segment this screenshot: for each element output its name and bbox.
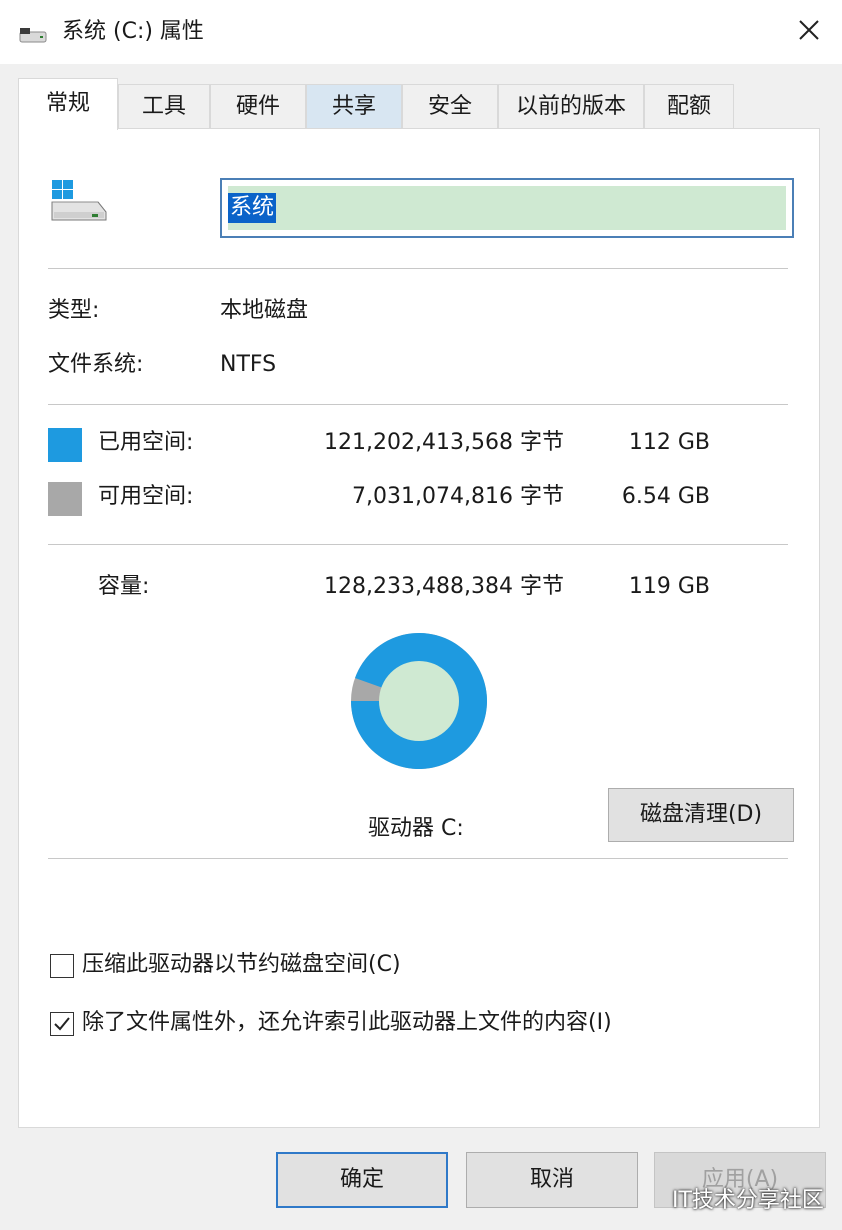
- capacity-bytes: 128,233,488,384 字节: [324, 574, 564, 599]
- used-space-swatch: [48, 428, 82, 462]
- tab-tools[interactable]: 工具: [118, 84, 210, 128]
- free-space-size: 6.54 GB: [621, 484, 710, 509]
- cancel-button[interactable]: 取消: [466, 1152, 638, 1208]
- tab-sharing[interactable]: 共享: [306, 84, 402, 128]
- index-contents-checkbox[interactable]: [50, 1012, 74, 1036]
- title-bar: 系统 (C:) 属性: [0, 0, 842, 64]
- drive-name-selected-text: 系统: [228, 193, 277, 223]
- used-space-bytes: 121,202,413,568 字节: [324, 430, 564, 455]
- divider: [48, 404, 788, 405]
- tab-general[interactable]: 常规: [18, 78, 118, 130]
- type-label: 类型:: [48, 298, 100, 323]
- filesystem-value: NTFS: [220, 352, 277, 377]
- compress-drive-label[interactable]: 压缩此驱动器以节约磁盘空间(C): [82, 950, 401, 980]
- tab-previous-versions[interactable]: 以前的版本: [498, 84, 644, 128]
- drive-icon: [18, 20, 48, 46]
- free-space-label: 可用空间:: [98, 484, 194, 509]
- divider: [48, 268, 788, 269]
- drive-letter-label: 驱动器 C:: [368, 816, 464, 841]
- capacity-size: 119 GB: [628, 574, 710, 599]
- checkmark-icon: [54, 1017, 70, 1031]
- tab-quota[interactable]: 配额: [644, 84, 734, 128]
- used-space-label: 已用空间:: [98, 430, 194, 455]
- drive-name-input[interactable]: 系统: [220, 178, 794, 238]
- compress-drive-checkbox[interactable]: [50, 954, 74, 978]
- ok-button[interactable]: 确定: [276, 1152, 448, 1208]
- window-title: 系统 (C:) 属性: [62, 19, 204, 44]
- tab-security[interactable]: 安全: [402, 84, 498, 128]
- capacity-label: 容量:: [98, 574, 150, 599]
- watermark: IT技术分享社区: [672, 1188, 824, 1213]
- close-icon: [798, 19, 820, 45]
- free-space-swatch: [48, 482, 82, 516]
- windows-drive-icon: [48, 176, 110, 226]
- tab-hardware[interactable]: 硬件: [210, 84, 306, 128]
- disk-usage-donut: [350, 632, 488, 770]
- drive-name-field[interactable]: 系统: [228, 186, 786, 230]
- type-value: 本地磁盘: [220, 298, 309, 323]
- disk-cleanup-button[interactable]: 磁盘清理(D): [608, 788, 794, 842]
- filesystem-label: 文件系统:: [48, 352, 144, 377]
- divider: [48, 858, 788, 859]
- close-button[interactable]: [782, 8, 836, 56]
- free-space-bytes: 7,031,074,816 字节: [352, 484, 564, 509]
- divider: [48, 544, 788, 545]
- used-space-size: 112 GB: [628, 430, 710, 455]
- donut-center: [379, 661, 459, 741]
- index-contents-label[interactable]: 除了文件属性外，还允许索引此驱动器上文件的内容(I): [82, 1008, 612, 1038]
